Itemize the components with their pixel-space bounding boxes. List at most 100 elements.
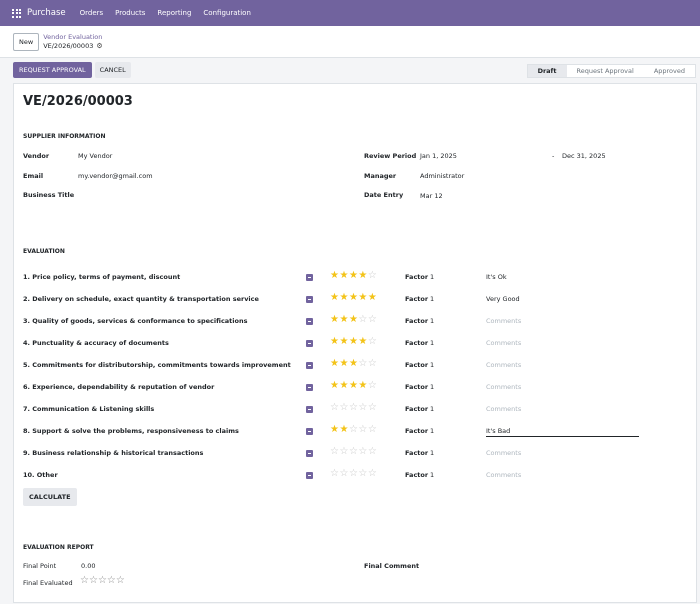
calculate-button[interactable]: CALCULATE bbox=[23, 488, 77, 506]
star-icon[interactable]: ☆ bbox=[368, 468, 377, 479]
star-icon[interactable]: ☆ bbox=[368, 402, 377, 413]
criterion-row: 7. Communication & Listening skills ☆☆☆☆☆… bbox=[14, 402, 698, 416]
comment-field[interactable]: It's Ok bbox=[486, 273, 639, 281]
star-icon[interactable]: ☆ bbox=[358, 402, 367, 413]
checkbox-icon[interactable] bbox=[306, 274, 313, 281]
breadcrumb-parent[interactable]: Vendor Evaluation bbox=[43, 33, 102, 41]
comment-field[interactable]: Comments bbox=[486, 339, 639, 347]
stage-approved[interactable]: Approved bbox=[644, 65, 695, 77]
star-icon[interactable]: ☆ bbox=[368, 424, 377, 435]
star-icon[interactable]: ☆ bbox=[368, 380, 377, 391]
star-icon[interactable]: ☆ bbox=[368, 358, 377, 369]
factor-value[interactable]: 1 bbox=[430, 361, 434, 369]
stage-request-approval[interactable]: Request Approval bbox=[567, 65, 644, 77]
review-end-field[interactable]: Dec 31, 2025 bbox=[562, 152, 606, 160]
star-icon[interactable]: ★ bbox=[349, 358, 358, 369]
factor-value[interactable]: 1 bbox=[430, 317, 434, 325]
manager-field[interactable]: Administrator bbox=[420, 172, 464, 180]
star-icon[interactable]: ☆ bbox=[89, 575, 98, 586]
star-icon[interactable]: ★ bbox=[349, 314, 358, 325]
factor-value[interactable]: 1 bbox=[430, 295, 434, 303]
comment-field[interactable]: Comments bbox=[486, 471, 639, 479]
star-icon[interactable]: ☆ bbox=[368, 336, 377, 347]
star-icon[interactable]: ★ bbox=[339, 424, 348, 435]
factor-value[interactable]: 1 bbox=[430, 471, 434, 479]
star-icon[interactable]: ★ bbox=[339, 380, 348, 391]
star-icon[interactable]: ☆ bbox=[98, 575, 107, 586]
checkbox-icon[interactable] bbox=[306, 296, 313, 303]
comment-field[interactable]: Comments bbox=[486, 317, 639, 325]
menu-orders[interactable]: Orders bbox=[80, 9, 104, 17]
star-icon[interactable]: ★ bbox=[339, 292, 348, 303]
star-icon[interactable]: ☆ bbox=[349, 424, 358, 435]
star-icon[interactable]: ☆ bbox=[339, 402, 348, 413]
checkbox-icon[interactable] bbox=[306, 450, 313, 457]
star-icon[interactable]: ★ bbox=[349, 270, 358, 281]
menu-reporting[interactable]: Reporting bbox=[157, 9, 191, 17]
star-icon[interactable]: ☆ bbox=[116, 575, 125, 586]
star-icon[interactable]: ★ bbox=[339, 314, 348, 325]
gear-icon[interactable]: ⚙ bbox=[96, 42, 102, 50]
request-approval-button[interactable]: REQUEST APPROVAL bbox=[13, 62, 92, 78]
comment-field[interactable]: Comments bbox=[486, 449, 639, 457]
star-icon[interactable]: ☆ bbox=[358, 314, 367, 325]
star-icon[interactable]: ☆ bbox=[358, 468, 367, 479]
comment-field[interactable]: Comments bbox=[486, 383, 639, 391]
star-icon[interactable]: ★ bbox=[339, 270, 348, 281]
star-icon[interactable]: ★ bbox=[358, 380, 367, 391]
star-icon[interactable]: ☆ bbox=[349, 402, 358, 413]
star-icon[interactable]: ★ bbox=[339, 336, 348, 347]
factor-value[interactable]: 1 bbox=[430, 339, 434, 347]
menu-configuration[interactable]: Configuration bbox=[203, 9, 250, 17]
star-icon[interactable]: ★ bbox=[349, 292, 358, 303]
star-icon[interactable]: ☆ bbox=[339, 446, 348, 457]
date-entry-field[interactable]: Mar 12 bbox=[420, 192, 443, 200]
star-icon[interactable]: ☆ bbox=[358, 446, 367, 457]
star-icon[interactable]: ★ bbox=[358, 336, 367, 347]
star-icon[interactable]: ☆ bbox=[339, 468, 348, 479]
star-icon[interactable]: ★ bbox=[368, 292, 377, 303]
star-icon[interactable]: ☆ bbox=[368, 314, 377, 325]
star-icon[interactable]: ★ bbox=[349, 336, 358, 347]
email-field[interactable]: my.vendor@gmail.com bbox=[78, 172, 153, 180]
factor-value[interactable]: 1 bbox=[430, 273, 434, 281]
star-icon[interactable]: ☆ bbox=[107, 575, 116, 586]
comment-field[interactable]: Very Good bbox=[486, 295, 639, 303]
new-button[interactable]: New bbox=[13, 32, 40, 51]
checkbox-icon[interactable] bbox=[306, 472, 313, 479]
apps-grid-icon[interactable] bbox=[12, 8, 21, 18]
star-icon[interactable]: ☆ bbox=[349, 446, 358, 457]
star-icon[interactable]: ☆ bbox=[358, 358, 367, 369]
record-title: VE/2026/00003 bbox=[23, 94, 133, 109]
factor-value[interactable]: 1 bbox=[430, 449, 434, 457]
menu-products[interactable]: Products bbox=[115, 9, 145, 17]
review-start-field[interactable]: Jan 1, 2025 bbox=[420, 152, 457, 160]
checkbox-icon[interactable] bbox=[306, 362, 313, 369]
form-statusbar: REQUEST APPROVAL CANCEL Draft Request Ap… bbox=[0, 58, 700, 82]
checkbox-icon[interactable] bbox=[306, 384, 313, 391]
stage-draft[interactable]: Draft bbox=[527, 65, 567, 77]
app-brand[interactable]: Purchase bbox=[27, 8, 66, 18]
star-icon[interactable]: ☆ bbox=[368, 446, 377, 457]
factor-value[interactable]: 1 bbox=[430, 427, 434, 435]
star-icon[interactable]: ☆ bbox=[349, 468, 358, 479]
star-icon[interactable]: ★ bbox=[358, 292, 367, 303]
star-icon[interactable]: ☆ bbox=[80, 575, 89, 586]
star-icon[interactable]: ☆ bbox=[368, 270, 377, 281]
comment-field[interactable]: It's Bad bbox=[486, 427, 639, 437]
factor-value[interactable]: 1 bbox=[430, 383, 434, 391]
cancel-button[interactable]: CANCEL bbox=[94, 62, 131, 78]
criterion-label: 7. Communication & Listening skills bbox=[23, 405, 155, 413]
star-icon[interactable]: ★ bbox=[358, 270, 367, 281]
checkbox-icon[interactable] bbox=[306, 406, 313, 413]
comment-field[interactable]: Comments bbox=[486, 405, 639, 413]
star-icon[interactable]: ★ bbox=[349, 380, 358, 391]
checkbox-icon[interactable] bbox=[306, 428, 313, 435]
star-icon[interactable]: ★ bbox=[339, 358, 348, 369]
checkbox-icon[interactable] bbox=[306, 318, 313, 325]
vendor-field[interactable]: My Vendor bbox=[78, 152, 112, 160]
checkbox-icon[interactable] bbox=[306, 340, 313, 347]
star-icon[interactable]: ☆ bbox=[358, 424, 367, 435]
factor-value[interactable]: 1 bbox=[430, 405, 434, 413]
comment-field[interactable]: Comments bbox=[486, 361, 639, 369]
